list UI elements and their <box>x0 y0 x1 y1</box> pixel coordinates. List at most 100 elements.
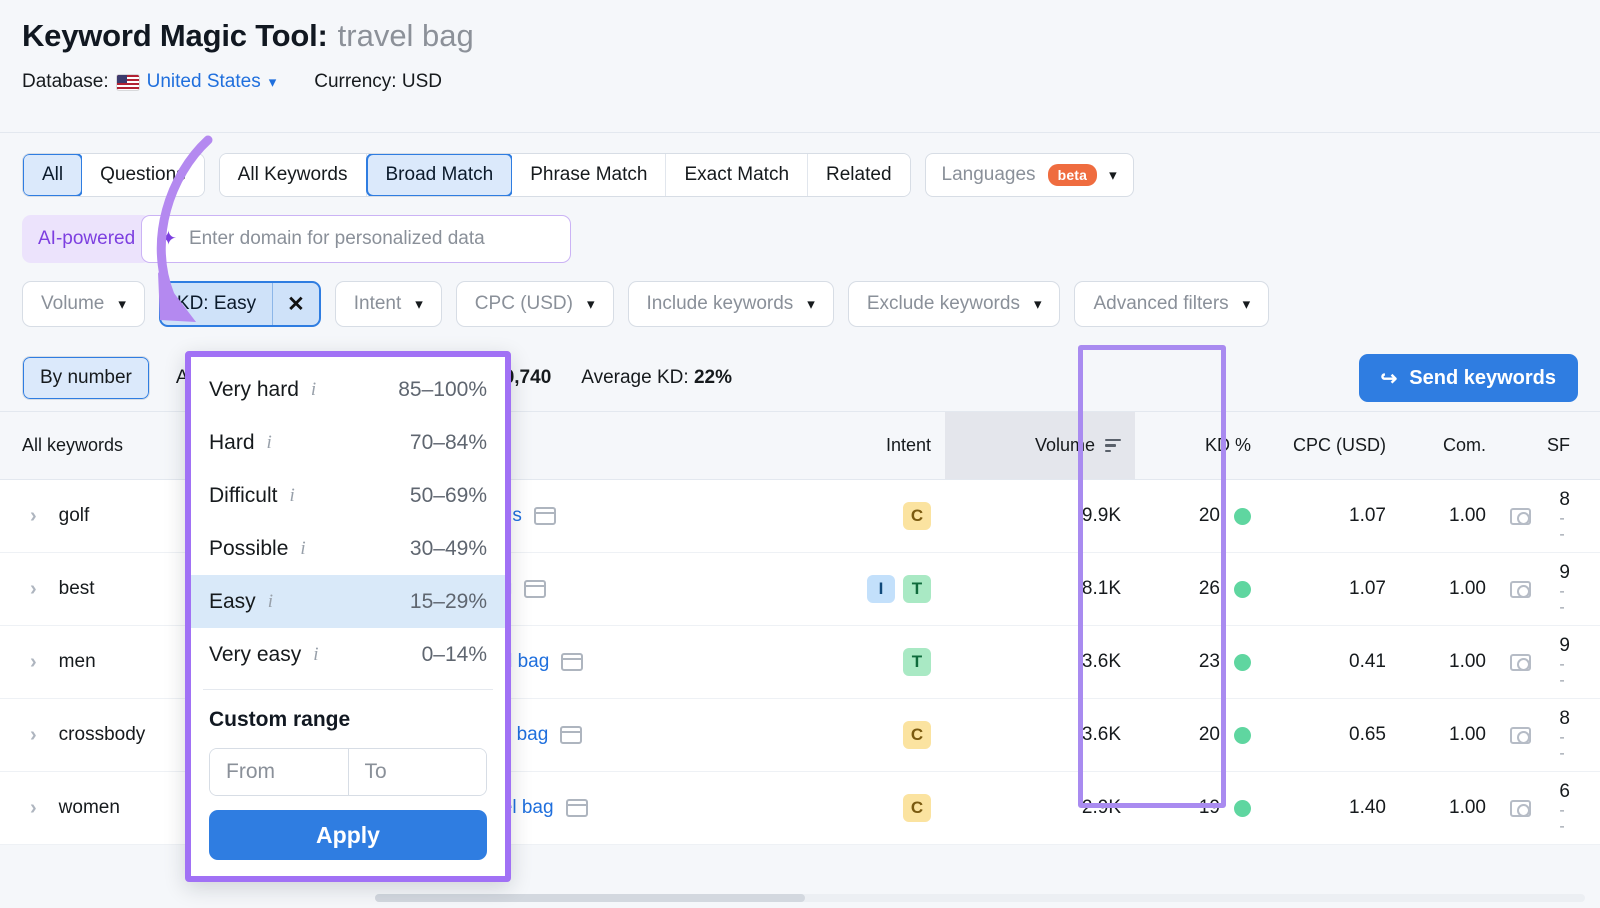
tab-related[interactable]: Related <box>808 154 910 196</box>
kd-option-difficult[interactable]: Difficult i 50–69% <box>191 469 505 522</box>
table-row[interactable]: best golf travel bagC2.9K191.401.006- - <box>375 772 1600 845</box>
horizontal-scrollbar-track[interactable] <box>375 894 1585 902</box>
custom-range-inputs <box>209 748 487 796</box>
intent-badge-C[interactable]: C <box>903 502 931 530</box>
filter-exclude-keywords[interactable]: Exclude keywords ▾ <box>847 281 1061 327</box>
send-keywords-label: Send keywords <box>1409 366 1556 389</box>
filter-advanced[interactable]: Advanced filters ▾ <box>1074 281 1270 327</box>
intent-badge-T[interactable]: T <box>903 648 931 676</box>
cell-intent: T <box>825 648 945 676</box>
kd-difficulty-dot <box>1234 799 1251 817</box>
kd-option-easy[interactable]: Easy i 15–29% <box>191 575 505 628</box>
chevron-right-icon: › <box>30 504 37 527</box>
page-title-main: Keyword Magic Tool: <box>22 18 328 53</box>
dropdown-divider <box>203 689 493 690</box>
kd-option-label: Very hard <box>209 377 299 401</box>
filter-kd[interactable]: KD: Easy ✕ <box>158 281 321 327</box>
horizontal-scrollbar-thumb[interactable] <box>375 894 805 902</box>
apply-button[interactable]: Apply <box>209 810 487 860</box>
column-header-kd[interactable]: KD % <box>1135 412 1265 479</box>
serp-preview-icon[interactable] <box>565 799 588 817</box>
database-selector[interactable]: Database: United States ▾ <box>22 71 276 93</box>
send-keywords-button[interactable]: ↪ Send keywords <box>1358 354 1578 402</box>
cell-cpc: 1.07 <box>1349 505 1386 526</box>
cell-cpc: 1.40 <box>1349 797 1386 818</box>
filter-cpc[interactable]: CPC (USD) ▾ <box>455 281 614 327</box>
info-icon[interactable]: i <box>289 485 294 507</box>
cell-cpc: 0.41 <box>1349 651 1386 672</box>
kd-option-range: 50–69% <box>409 483 487 507</box>
serp-preview-icon[interactable] <box>561 653 584 671</box>
cell-cpc: 1.07 <box>1349 578 1386 599</box>
page-title-query: travel bag <box>337 18 474 53</box>
tab-all-keywords[interactable]: All Keywords <box>219 154 367 196</box>
info-icon[interactable]: i <box>268 591 273 613</box>
kd-difficulty-dot <box>1234 507 1251 525</box>
column-header-cpc[interactable]: CPC (USD) <box>1265 412 1400 479</box>
results-main-column: Keyword Intent Volume KD % CPC (USD) Com… <box>375 412 1600 845</box>
table-row[interactable]: golf travel bagIT8.1K261.071.009- - <box>375 553 1600 626</box>
keyword-magic-tool-page: Keyword Magic Tool: travel bag Database:… <box>0 0 1600 908</box>
chevron-down-icon: ▾ <box>268 74 277 91</box>
tab-all[interactable]: All <box>22 154 84 196</box>
info-icon[interactable]: i <box>267 432 272 454</box>
column-header-sf[interactable]: SF <box>1500 412 1600 479</box>
serp-features-icon[interactable] <box>1510 653 1532 671</box>
sf-subvalue: - - <box>1559 582 1567 616</box>
serp-features-icon[interactable] <box>1510 799 1532 817</box>
chevron-down-icon: ▾ <box>415 296 423 313</box>
chevron-down-icon: ▾ <box>1109 167 1117 184</box>
serp-preview-icon[interactable] <box>533 507 556 525</box>
table-row[interactable]: car seat travel bagT3.6K230.411.009- - <box>375 626 1600 699</box>
tab-phrase-match[interactable]: Phrase Match <box>512 154 667 196</box>
intent-badge-C[interactable]: C <box>903 794 931 822</box>
intent-badge-C[interactable]: C <box>903 721 931 749</box>
filter-include-keywords[interactable]: Include keywords ▾ <box>627 281 834 327</box>
table-row[interactable]: golf travel bagsC9.9K201.071.008- - <box>375 480 1600 553</box>
serp-features-icon[interactable] <box>1510 726 1532 744</box>
table-header-row: Keyword Intent Volume KD % CPC (USD) Com… <box>375 412 1600 480</box>
column-header-volume[interactable]: Volume <box>945 412 1135 479</box>
table-rows-container: golf travel bagsC9.9K201.071.008- -golf … <box>375 480 1600 845</box>
kd-option-very-hard[interactable]: Very hard i 85–100% <box>191 363 505 416</box>
page-header: Keyword Magic Tool: travel bag Database:… <box>0 0 1600 133</box>
info-icon[interactable]: i <box>313 644 318 666</box>
cell-sf: 8- - <box>1500 490 1600 543</box>
sidebar-item-label: men <box>58 651 96 672</box>
tab-broad-match[interactable]: Broad Match <box>365 154 514 196</box>
intent-badge-I[interactable]: I <box>867 575 895 603</box>
filter-pill-row: Volume ▾ KD: Easy ✕ Intent ▾ CPC (USD) ▾… <box>22 281 1578 327</box>
cell-com: 1.00 <box>1449 578 1486 599</box>
filter-volume[interactable]: Volume ▾ <box>22 281 145 327</box>
cell-volume: 9.9K <box>1081 505 1121 526</box>
kd-option-very-easy[interactable]: Very easy i 0–14% <box>191 628 505 681</box>
chevron-right-icon: › <box>30 796 37 819</box>
sf-value-group: 6- - <box>1559 782 1570 835</box>
clear-kd-filter-icon[interactable]: ✕ <box>272 283 319 325</box>
table-row[interactable]: foldable travel bagC3.6K200.651.008- - <box>375 699 1600 772</box>
cell-volume: 3.6K <box>1081 651 1121 672</box>
kd-value: 20 <box>1198 724 1220 745</box>
serp-features-icon[interactable] <box>1510 507 1532 525</box>
kd-range-from-input[interactable] <box>210 749 348 795</box>
column-header-com[interactable]: Com. <box>1400 412 1500 479</box>
by-number-button[interactable]: By number <box>23 357 149 399</box>
intent-badge-T[interactable]: T <box>903 575 931 603</box>
info-icon[interactable]: i <box>311 379 316 401</box>
serp-features-icon[interactable] <box>1510 580 1532 598</box>
kd-dropdown-inner: Very hard i 85–100% Hard i 70–84% Difficult i 50… <box>191 357 505 876</box>
filter-intent[interactable]: Intent ▾ <box>334 281 442 327</box>
languages-dropdown[interactable]: Languages beta ▾ <box>924 153 1134 197</box>
serp-preview-icon[interactable] <box>560 726 583 744</box>
kd-option-hard[interactable]: Hard i 70–84% <box>191 416 505 469</box>
kd-option-possible[interactable]: Possible i 30–49% <box>191 522 505 575</box>
domain-input-wrapper[interactable]: ✦ Enter domain for personalized data <box>141 215 572 263</box>
serp-preview-icon[interactable] <box>524 580 547 598</box>
tab-exact-match[interactable]: Exact Match <box>666 154 809 196</box>
column-header-intent[interactable]: Intent <box>825 412 945 479</box>
sf-subvalue: - - <box>1559 655 1567 689</box>
kd-range-to-input[interactable] <box>348 749 486 795</box>
tab-questions[interactable]: Questions <box>82 154 204 196</box>
info-icon[interactable]: i <box>300 538 305 560</box>
filters-area: All Questions All Keywords Broad Match P… <box>0 133 1600 327</box>
